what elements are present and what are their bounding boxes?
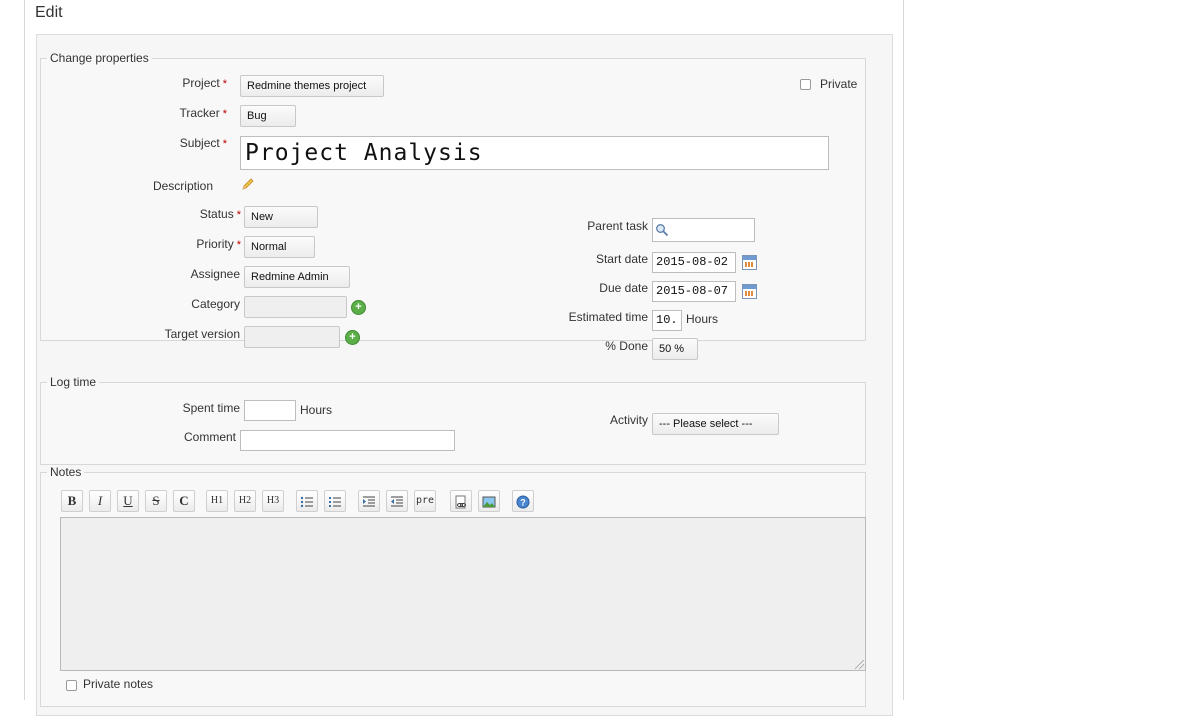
- activity-label: Activity: [609, 413, 648, 427]
- bold-button[interactable]: B: [61, 490, 83, 512]
- notes-textarea[interactable]: [60, 517, 866, 671]
- svg-text:?: ?: [520, 498, 526, 508]
- spent-time-unit: Hours: [300, 403, 333, 417]
- indent-icon: [363, 496, 375, 507]
- spent-time-input[interactable]: [244, 400, 296, 421]
- comment-input[interactable]: [240, 430, 455, 451]
- heading3-button[interactable]: H3: [262, 490, 284, 512]
- search-icon: [655, 223, 669, 237]
- target-version-label: Target version: [164, 327, 240, 341]
- priority-label: Priority *: [196, 237, 241, 251]
- estimated-time-unit: Hours: [686, 312, 719, 326]
- help-button[interactable]: ?: [512, 490, 534, 512]
- add-target-version-icon[interactable]: +: [345, 330, 360, 345]
- strikethrough-button[interactable]: S: [145, 490, 167, 512]
- outdent-icon: [391, 496, 403, 507]
- comment-label: Comment: [183, 430, 236, 444]
- italic-button[interactable]: I: [89, 490, 111, 512]
- private-label: Private: [820, 77, 858, 91]
- ordered-list-button[interactable]: [324, 490, 346, 512]
- estimated-time-label: Estimated time: [568, 310, 648, 324]
- tracker-select[interactable]: Bug: [240, 105, 296, 127]
- status-label: Status *: [199, 207, 241, 221]
- project-label: Project *: [182, 76, 227, 90]
- log-time-legend: Log time: [50, 375, 97, 389]
- start-date-label: Start date: [595, 252, 648, 266]
- link-icon: [455, 495, 466, 509]
- description-label: Description: [152, 179, 213, 193]
- outdent-button[interactable]: [386, 490, 408, 512]
- subject-input[interactable]: Project Analysis: [240, 136, 829, 170]
- start-date-calendar-icon[interactable]: [742, 255, 757, 270]
- link-button[interactable]: [450, 490, 472, 512]
- due-date-calendar-icon[interactable]: [742, 284, 757, 299]
- assignee-select[interactable]: Redmine Admin: [244, 266, 350, 288]
- spent-time-label: Spent time: [182, 401, 240, 415]
- notes-legend: Notes: [50, 465, 82, 479]
- heading1-button[interactable]: H1: [206, 490, 228, 512]
- underline-button[interactable]: U: [117, 490, 139, 512]
- project-select[interactable]: Redmine themes project: [240, 75, 384, 97]
- image-icon: [482, 496, 496, 508]
- done-ratio-label: % Done: [605, 339, 648, 353]
- parent-task-label: Parent task: [587, 219, 648, 233]
- page-title: Edit: [35, 4, 63, 21]
- assignee-label: Assignee: [190, 267, 240, 281]
- properties-legend: Change properties: [50, 51, 149, 65]
- done-ratio-select[interactable]: 50 %: [652, 338, 698, 360]
- status-select[interactable]: New: [244, 206, 318, 228]
- private-checkbox[interactable]: [800, 79, 811, 90]
- activity-select[interactable]: --- Please select ---: [652, 413, 779, 435]
- private-notes-label: Private notes: [83, 677, 154, 691]
- start-date-input[interactable]: 2015-08-02: [652, 252, 736, 273]
- due-date-input[interactable]: 2015-08-07: [652, 281, 736, 302]
- help-icon: ?: [516, 495, 530, 509]
- code-button[interactable]: C: [173, 490, 195, 512]
- pencil-icon[interactable]: [241, 177, 255, 191]
- add-category-icon[interactable]: +: [351, 300, 366, 315]
- issue-edit-panel: Edit Change properties Project * Redmine …: [24, 0, 904, 716]
- preformatted-button[interactable]: pre: [414, 490, 436, 512]
- category-select[interactable]: [244, 296, 347, 318]
- subject-label: Subject *: [179, 136, 227, 150]
- priority-select[interactable]: Normal: [244, 236, 315, 258]
- numbered-list-icon: [329, 497, 341, 507]
- resize-grip-icon[interactable]: [855, 660, 864, 669]
- estimated-time-input[interactable]: 10.: [652, 310, 682, 331]
- heading2-button[interactable]: H2: [234, 490, 256, 512]
- unordered-list-button[interactable]: [296, 490, 318, 512]
- indent-button[interactable]: [358, 490, 380, 512]
- image-button[interactable]: [478, 490, 500, 512]
- category-label: Category: [191, 297, 240, 311]
- target-version-select[interactable]: [244, 326, 340, 348]
- tracker-label: Tracker *: [179, 106, 227, 120]
- bullet-list-icon: [300, 496, 313, 508]
- due-date-label: Due date: [599, 281, 648, 295]
